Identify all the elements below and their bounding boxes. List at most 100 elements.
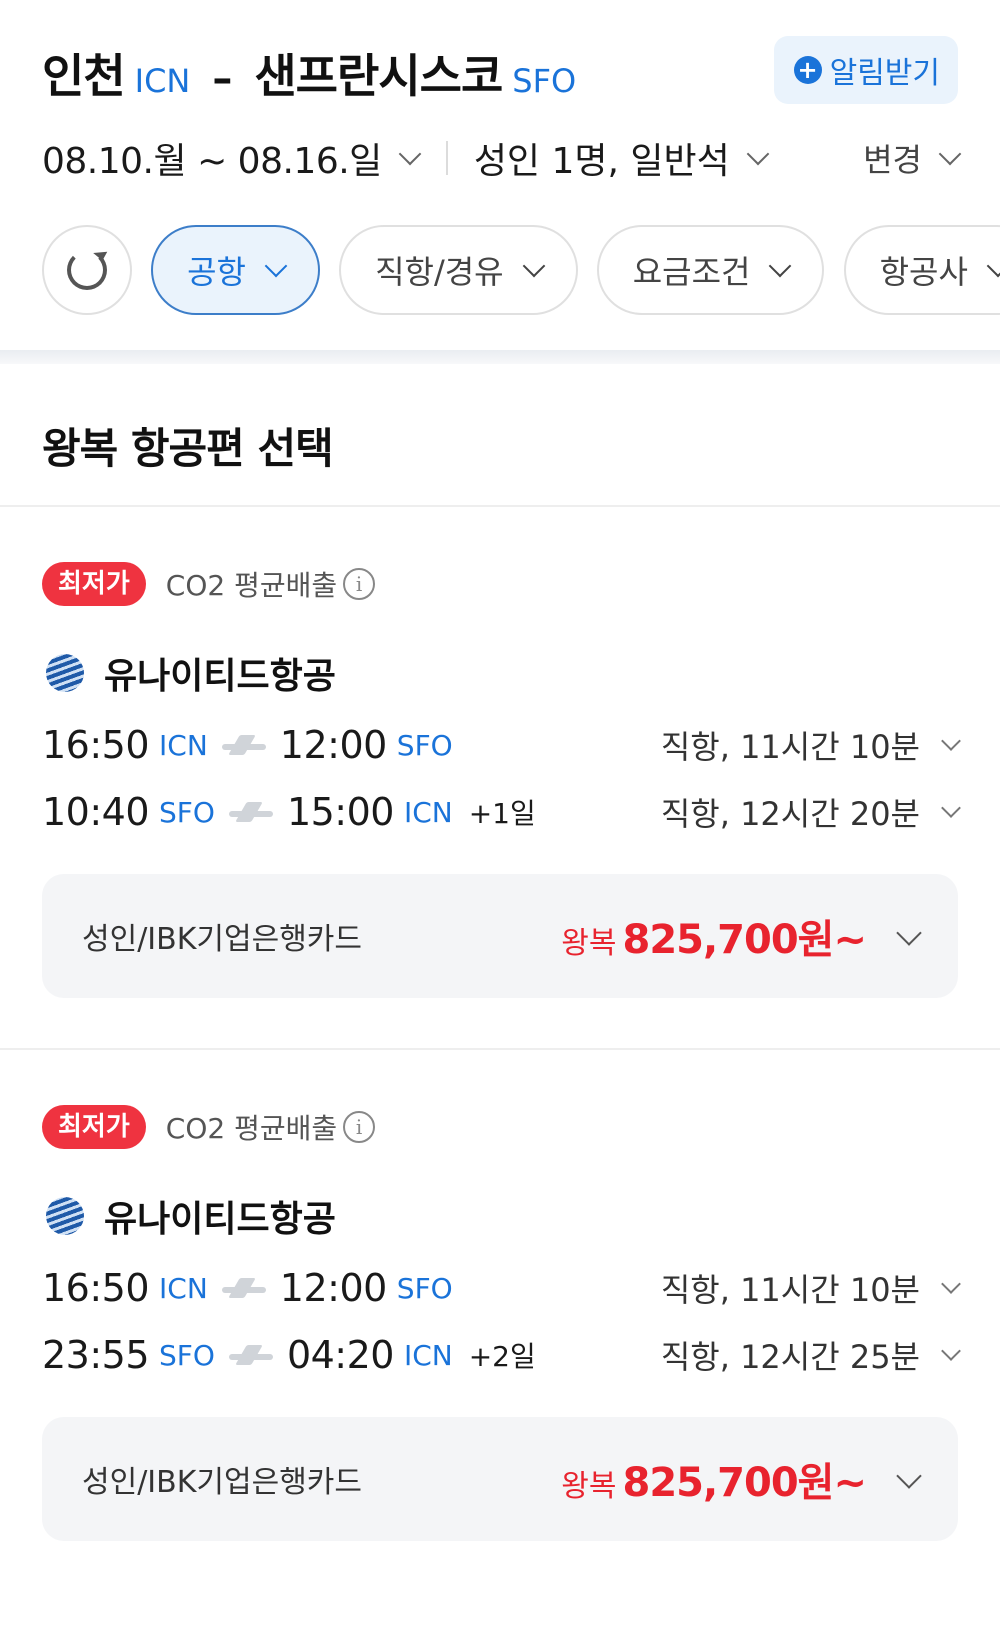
fare-option[interactable]: 성인/IBK기업은행카드 왕복 825,700원~ [42,874,958,998]
outbound-leg[interactable]: 16:50 ICN 12:00 SFO 직항, 11시간 10분 [42,1263,961,1313]
departure-airport: ICN [159,1271,208,1305]
filter-chip-fare-conditions[interactable]: 요금조건 [596,225,825,315]
day-offset: +2일 [468,1340,536,1373]
chevron-down-icon[interactable] [941,1341,961,1361]
outbound-leg[interactable]: 16:50 ICN 12:00 SFO 직항, 11시간 10분 [42,720,961,770]
filter-chip-label: 요금조건 [632,253,751,291]
duration-text: 직항, 12시간 25분 [660,1338,920,1376]
filter-chip-label: 공항 [187,253,246,291]
arrival-time: 12:00 [279,1266,388,1310]
route-separator: – [212,56,233,102]
flight-result-card[interactable]: 최저가 CO2 평균배출 i 유나이티드항공 16:50 ICN 12:00 S… [0,1105,1000,1605]
airline-row: 유나이티드항공 [46,1190,336,1242]
search-summary: 08.10.월 ~ 08.16.일 성인 1명, 일반석 변경 [42,132,962,184]
co2-text: CO2 평균배출 [165,569,338,602]
lowest-price-badge: 최저가 [42,562,146,606]
co2-text: CO2 평균배출 [165,1112,338,1145]
filter-bar: 공항 직항/경유 요금조건 항공사 [42,225,1000,317]
chevron-down-icon[interactable] [896,920,922,946]
chevron-down-icon [398,142,422,166]
price-amount: 825,700원~ [622,1460,867,1506]
filter-chip-airport[interactable]: 공항 [151,225,320,315]
refresh-button[interactable] [42,225,132,315]
header-shadow [0,350,1000,364]
arrival-airport: ICN [403,795,453,829]
change-search-button[interactable]: 변경 [863,135,962,181]
price-alert-button[interactable]: + 알림받기 [773,36,958,104]
arrival-airport: ICN [403,1338,453,1372]
flight-result-card[interactable]: 최저가 CO2 평균배출 i 유나이티드항공 16:50 ICN 12:00 S… [0,562,1000,1062]
chevron-down-icon [746,142,770,166]
chevron-down-icon [938,142,962,166]
departure-time: 16:50 [42,723,150,767]
info-icon[interactable]: i [343,1111,376,1143]
airline-name: 유나이티드항공 [104,656,336,697]
date-selector[interactable]: 08.10.월 ~ 08.16.일 [42,132,422,184]
date-range: 08.10.월 ~ 08.16.일 [42,141,382,182]
arrival-time: 04:20 [286,1333,395,1377]
filter-chip-label: 항공사 [879,253,968,291]
section-title: 왕복 항공편 선택 [42,424,334,473]
destination-city: 샌프란시스코 [254,49,503,103]
airline-name: 유나이티드항공 [104,1199,336,1240]
passenger-selector[interactable]: 성인 1명, 일반석 [473,132,770,184]
fare-label: 성인/IBK기업은행카드 [82,922,363,957]
price-prefix: 왕복 [561,1469,617,1504]
flight-duration: 직항, 12시간 20분 [660,789,961,835]
price-prefix: 왕복 [561,926,617,961]
duration-text: 직항, 11시간 10분 [660,728,920,766]
passenger-summary: 성인 1명, 일반석 [473,141,730,182]
badge-row: 최저가 CO2 평균배출 i [42,1105,376,1149]
info-icon[interactable]: i [343,568,376,600]
price: 왕복 825,700원~ [561,907,867,965]
departure-airport: SFO [159,1338,215,1372]
arrival-airport: SFO [396,728,453,762]
departure-airport: ICN [159,728,208,762]
filter-chip-label: 직항/경유 [375,253,504,291]
airline-row: 유나이티드항공 [46,647,336,699]
duration-text: 직항, 11시간 10분 [660,1271,920,1309]
arrival-time: 15:00 [286,790,395,834]
origin-code: ICN [134,62,191,100]
departure-time: 23:55 [42,1333,150,1377]
chevron-down-icon[interactable] [941,731,961,751]
filter-chip-airline[interactable]: 항공사 [843,225,1000,315]
airplane-icon [228,802,273,822]
price: 왕복 825,700원~ [561,1450,867,1508]
day-offset: +1일 [468,797,536,830]
inbound-leg[interactable]: 10:40 SFO 15:00 ICN +1일 직항, 12시간 20분 [42,787,961,837]
badge-row: 최저가 CO2 평균배출 i [42,562,376,606]
divider [0,505,1000,507]
destination-code: SFO [512,62,577,100]
chevron-down-icon[interactable] [941,1274,961,1294]
chevron-down-icon[interactable] [896,1463,922,1489]
chevron-down-icon[interactable] [941,798,961,818]
refresh-icon [67,250,107,290]
fare-option[interactable]: 성인/IBK기업은행카드 왕복 825,700원~ [42,1417,958,1541]
origin-city: 인천 [42,49,126,103]
departure-time: 10:40 [42,790,150,834]
chevron-down-icon [264,254,288,278]
change-label: 변경 [863,141,922,179]
divider [445,141,448,175]
united-airlines-logo [46,1197,84,1235]
divider [0,1048,1000,1050]
co2-label: CO2 평균배출 i [165,1107,376,1147]
arrival-airport: SFO [396,1271,453,1305]
filter-chip-stops[interactable]: 직항/경유 [339,225,578,315]
duration-text: 직항, 12시간 20분 [660,795,920,833]
price-alert-label: 알림받기 [829,56,940,91]
airplane-icon [228,1345,273,1365]
route-title: 인천 ICN – 샌프란시스코 SFO [42,40,576,106]
inbound-leg[interactable]: 23:55 SFO 04:20 ICN +2일 직항, 12시간 25분 [42,1330,961,1380]
flight-duration: 직항, 11시간 10분 [660,722,961,768]
plus-icon: + [793,56,822,84]
chevron-down-icon [769,254,792,278]
flight-duration: 직항, 12시간 25분 [660,1332,961,1378]
price-amount: 825,700원~ [622,917,867,963]
co2-label: CO2 평균배출 i [165,564,376,604]
chevron-down-icon [522,254,545,278]
chevron-down-icon [986,254,1000,278]
arrival-time: 12:00 [279,723,388,767]
airplane-icon [221,1278,266,1298]
